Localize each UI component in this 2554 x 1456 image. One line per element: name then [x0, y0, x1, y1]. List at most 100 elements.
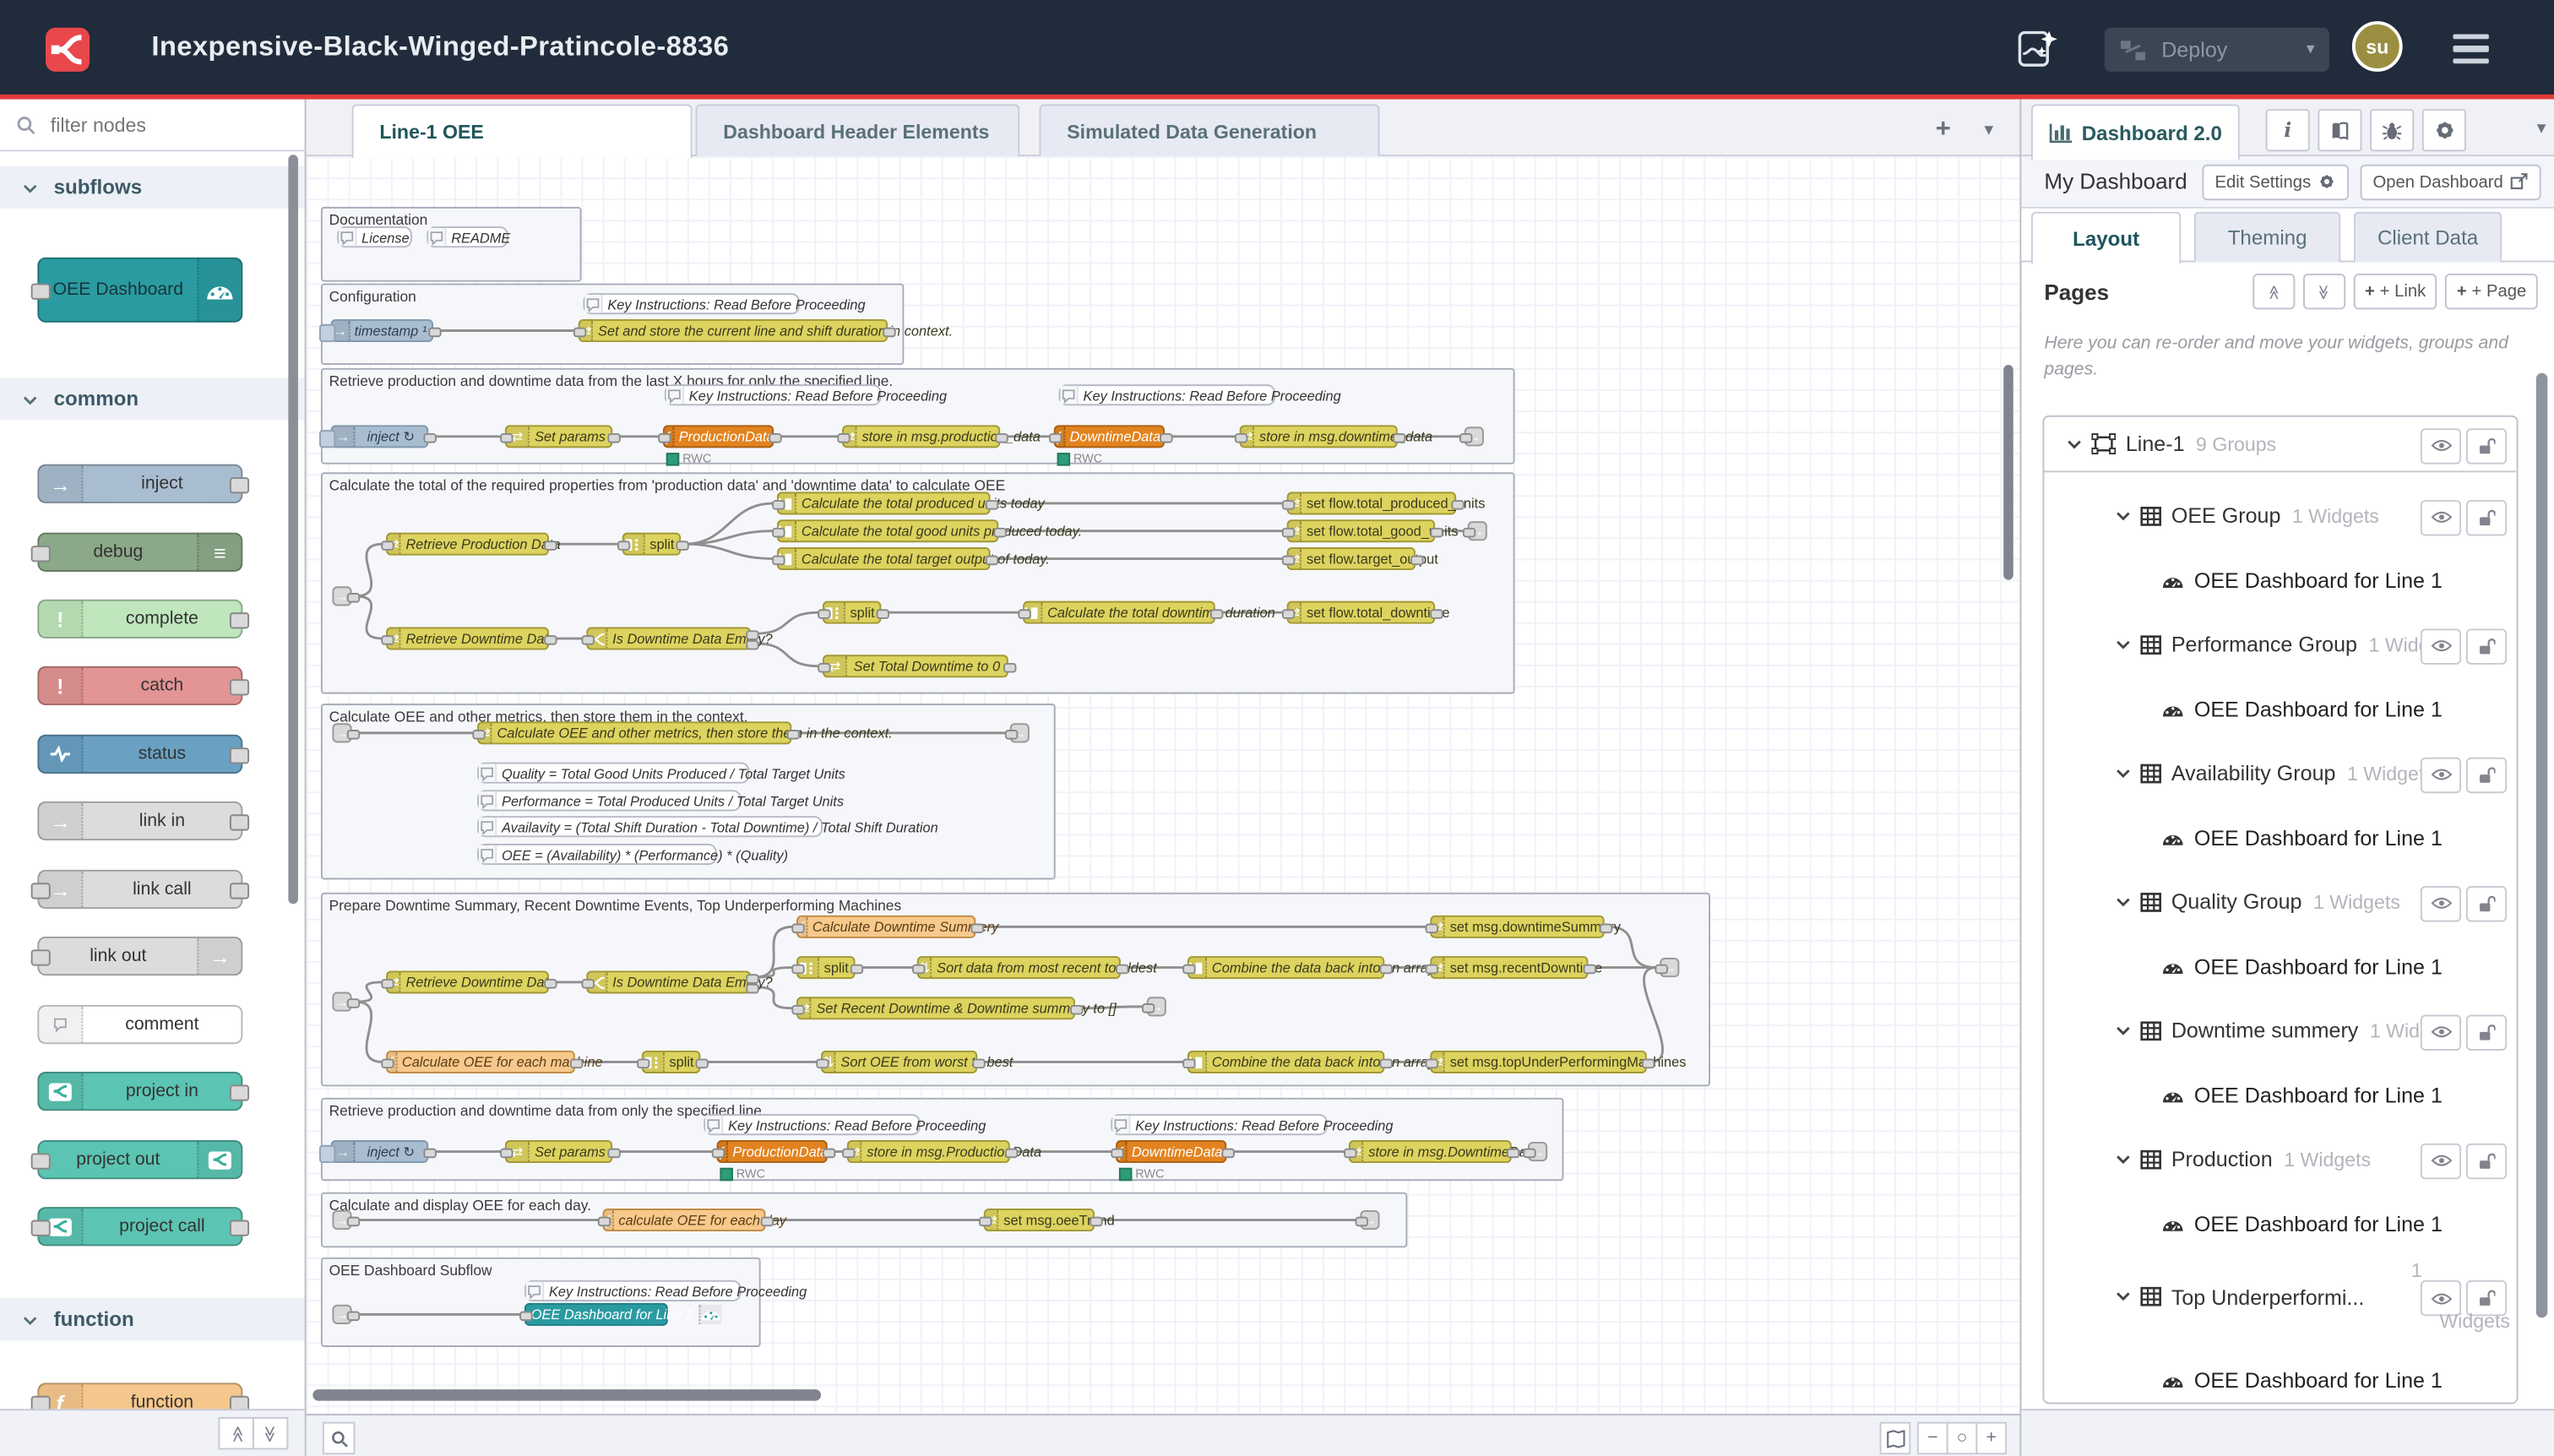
ai-assistant-icon[interactable]	[2017, 26, 2061, 70]
output-port[interactable]	[230, 477, 249, 493]
input-port[interactable]	[1655, 964, 1667, 975]
palette-node-project-in[interactable]: project in	[37, 1072, 242, 1111]
chevron-down-icon[interactable]	[2116, 511, 2130, 521]
flow-node-comment[interactable]: Key Instructions: Read Before Proceeding	[1059, 384, 1276, 405]
input-port[interactable]	[837, 433, 850, 443]
flow-node-comment[interactable]: Key Instructions: Read Before Proceeding	[583, 293, 800, 314]
flow-node-funcL[interactable]: ƒcalculate OEE for each day	[603, 1209, 766, 1231]
input-port[interactable]	[472, 730, 485, 740]
flow-node-inject[interactable]: →timestamp ¹	[331, 319, 434, 342]
flow-node-linkin[interactable]: →	[332, 723, 351, 742]
flow-node-comment[interactable]: README	[427, 226, 508, 247]
output-port[interactable]	[607, 1149, 620, 1159]
flow-node-comment[interactable]: Availavity = (Total Shift Duration - Tot…	[477, 816, 823, 837]
palette-node-project-call[interactable]: project call	[37, 1207, 242, 1246]
sidebar-tab-Theming[interactable]: Theming	[2194, 212, 2341, 263]
palette-node-complete[interactable]: !complete	[37, 600, 242, 638]
flow-node-change[interactable]: ⇄Set params	[505, 1140, 612, 1163]
output-port[interactable]	[230, 679, 249, 695]
output-port[interactable]	[544, 541, 557, 551]
output-port[interactable]	[230, 612, 249, 628]
flow-node-linkin[interactable]: →	[332, 1305, 351, 1324]
visibility-toggle-button[interactable]	[2421, 885, 2461, 921]
flow-node-change[interactable]: ⇄store in msg.downtime_data	[1240, 425, 1398, 448]
output-port[interactable]	[230, 883, 249, 899]
input-port[interactable]	[31, 1220, 51, 1236]
flow-node-comment[interactable]: Key Instructions: Read Before Proceeding	[1111, 1114, 1328, 1135]
input-port[interactable]	[1282, 528, 1295, 538]
output-port[interactable]	[883, 328, 895, 338]
flow-node-funcO[interactable]: ƒDowntimeDataRWC	[1116, 1140, 1226, 1163]
tree-row-group[interactable]: Quality Group1 Widgets	[2044, 870, 2516, 933]
flow-node-linkin[interactable]: →	[332, 992, 351, 1012]
flow-list-button[interactable]: ▾	[1971, 112, 2007, 148]
add-link-button[interactable]: ++ Link	[2353, 274, 2437, 309]
input-port[interactable]	[1111, 1149, 1123, 1159]
visibility-toggle-button[interactable]	[2421, 1143, 2461, 1178]
flow-node-change[interactable]: ⇄store in msg.ProductionData	[847, 1140, 1010, 1163]
output-port[interactable]	[1210, 609, 1223, 619]
input-port[interactable]	[573, 328, 586, 338]
help-tab-button[interactable]	[2318, 109, 2361, 151]
palette-search[interactable]	[0, 100, 307, 152]
input-port[interactable]	[772, 500, 785, 510]
debug-tab-button[interactable]	[2370, 109, 2414, 151]
output-port[interactable]	[1380, 964, 1393, 975]
input-port[interactable]	[500, 433, 513, 443]
visibility-toggle-button[interactable]	[2421, 757, 2461, 792]
minimap-toggle-button[interactable]	[1880, 1422, 1911, 1455]
output-port[interactable]	[544, 635, 557, 645]
flow-node-change[interactable]: ⇄Retrieve Downtime Data	[386, 627, 549, 650]
output-port[interactable]	[1642, 1059, 1655, 1069]
flow-canvas[interactable]: DocumentationLicenseREADMEConfigurationK…	[307, 156, 2020, 1414]
palette-scrollbar[interactable]	[288, 155, 298, 904]
input-port[interactable]	[842, 1149, 855, 1159]
flow-node-funcL[interactable]: ƒCalculate Downtime Summery	[796, 915, 975, 938]
output-port[interactable]	[230, 1220, 249, 1236]
input-port[interactable]	[772, 556, 785, 566]
flow-node-change[interactable]: ⇄Set Recent Downtime & Downtime summery …	[796, 997, 1075, 1019]
flow-node-set[interactable]: ⇄set flow.total_downtime	[1287, 601, 1436, 624]
add-flow-button[interactable]: +	[1926, 112, 1961, 148]
flow-node-linkout[interactable]: →	[1360, 1210, 1379, 1230]
chevron-down-icon[interactable]	[2116, 1025, 2130, 1035]
input-port[interactable]	[31, 949, 51, 965]
input-port[interactable]	[791, 924, 804, 934]
input-port[interactable]	[1182, 1059, 1195, 1069]
output-port[interactable]	[230, 814, 249, 830]
input-port[interactable]	[791, 1005, 804, 1015]
chevron-down-icon[interactable]	[2067, 439, 2081, 449]
canvas-vertical-scrollbar[interactable]	[2003, 365, 2013, 580]
output-port[interactable]	[676, 541, 688, 551]
output-port[interactable]	[995, 433, 1008, 443]
output-port[interactable]	[986, 556, 998, 566]
output-port[interactable]	[877, 609, 889, 619]
palette-node-status[interactable]: status	[37, 735, 242, 774]
flow-node-join[interactable]: Calculate the total produced units today	[777, 492, 991, 514]
palette-category-common[interactable]: common	[0, 378, 305, 420]
input-port[interactable]	[582, 979, 595, 989]
flow-node-comment[interactable]: Quality = Total Good Units Produced / To…	[477, 763, 749, 784]
palette-category-function[interactable]: function	[0, 1298, 305, 1340]
palette-node-debug[interactable]: ≡debug	[37, 533, 242, 572]
output-port[interactable]	[1005, 1149, 1018, 1159]
sidebar-scrollbar[interactable]	[2536, 373, 2548, 1318]
output-port[interactable]	[347, 1217, 360, 1227]
lock-toggle-button[interactable]	[2466, 885, 2507, 921]
tree-row-group[interactable]: Downtime summery1 Widgets	[2044, 998, 2516, 1062]
flow-node-join[interactable]: Calculate the total target output of tod…	[777, 547, 991, 570]
flow-node-set[interactable]: ⇄set msg.topUnderPerformingMachines	[1430, 1051, 1647, 1073]
tree-row-widget[interactable]: OEE Dashboard for Line 1	[2044, 676, 2516, 741]
output-port[interactable]	[823, 1149, 835, 1159]
tree-row-page[interactable]: Line-19 Groups	[2044, 417, 2516, 473]
input-port[interactable]	[1282, 500, 1295, 510]
output-port[interactable]	[347, 998, 360, 1008]
flow-node-funcO[interactable]: ƒDowntimeDataRWC	[1054, 425, 1165, 448]
flow-node-split[interactable]: split	[642, 1051, 700, 1073]
flow-node-set[interactable]: ⇄set msg.downtimeSummery	[1430, 915, 1604, 938]
tree-row-widget[interactable]: OEE Dashboard for Line 1	[2044, 1191, 2516, 1256]
flow-node-join[interactable]: Calculate the total good units produced …	[777, 519, 998, 542]
output-port[interactable]	[769, 433, 781, 443]
flow-node-join[interactable]: Combine the data back into an array.	[1187, 956, 1384, 979]
input-port[interactable]	[658, 433, 671, 443]
